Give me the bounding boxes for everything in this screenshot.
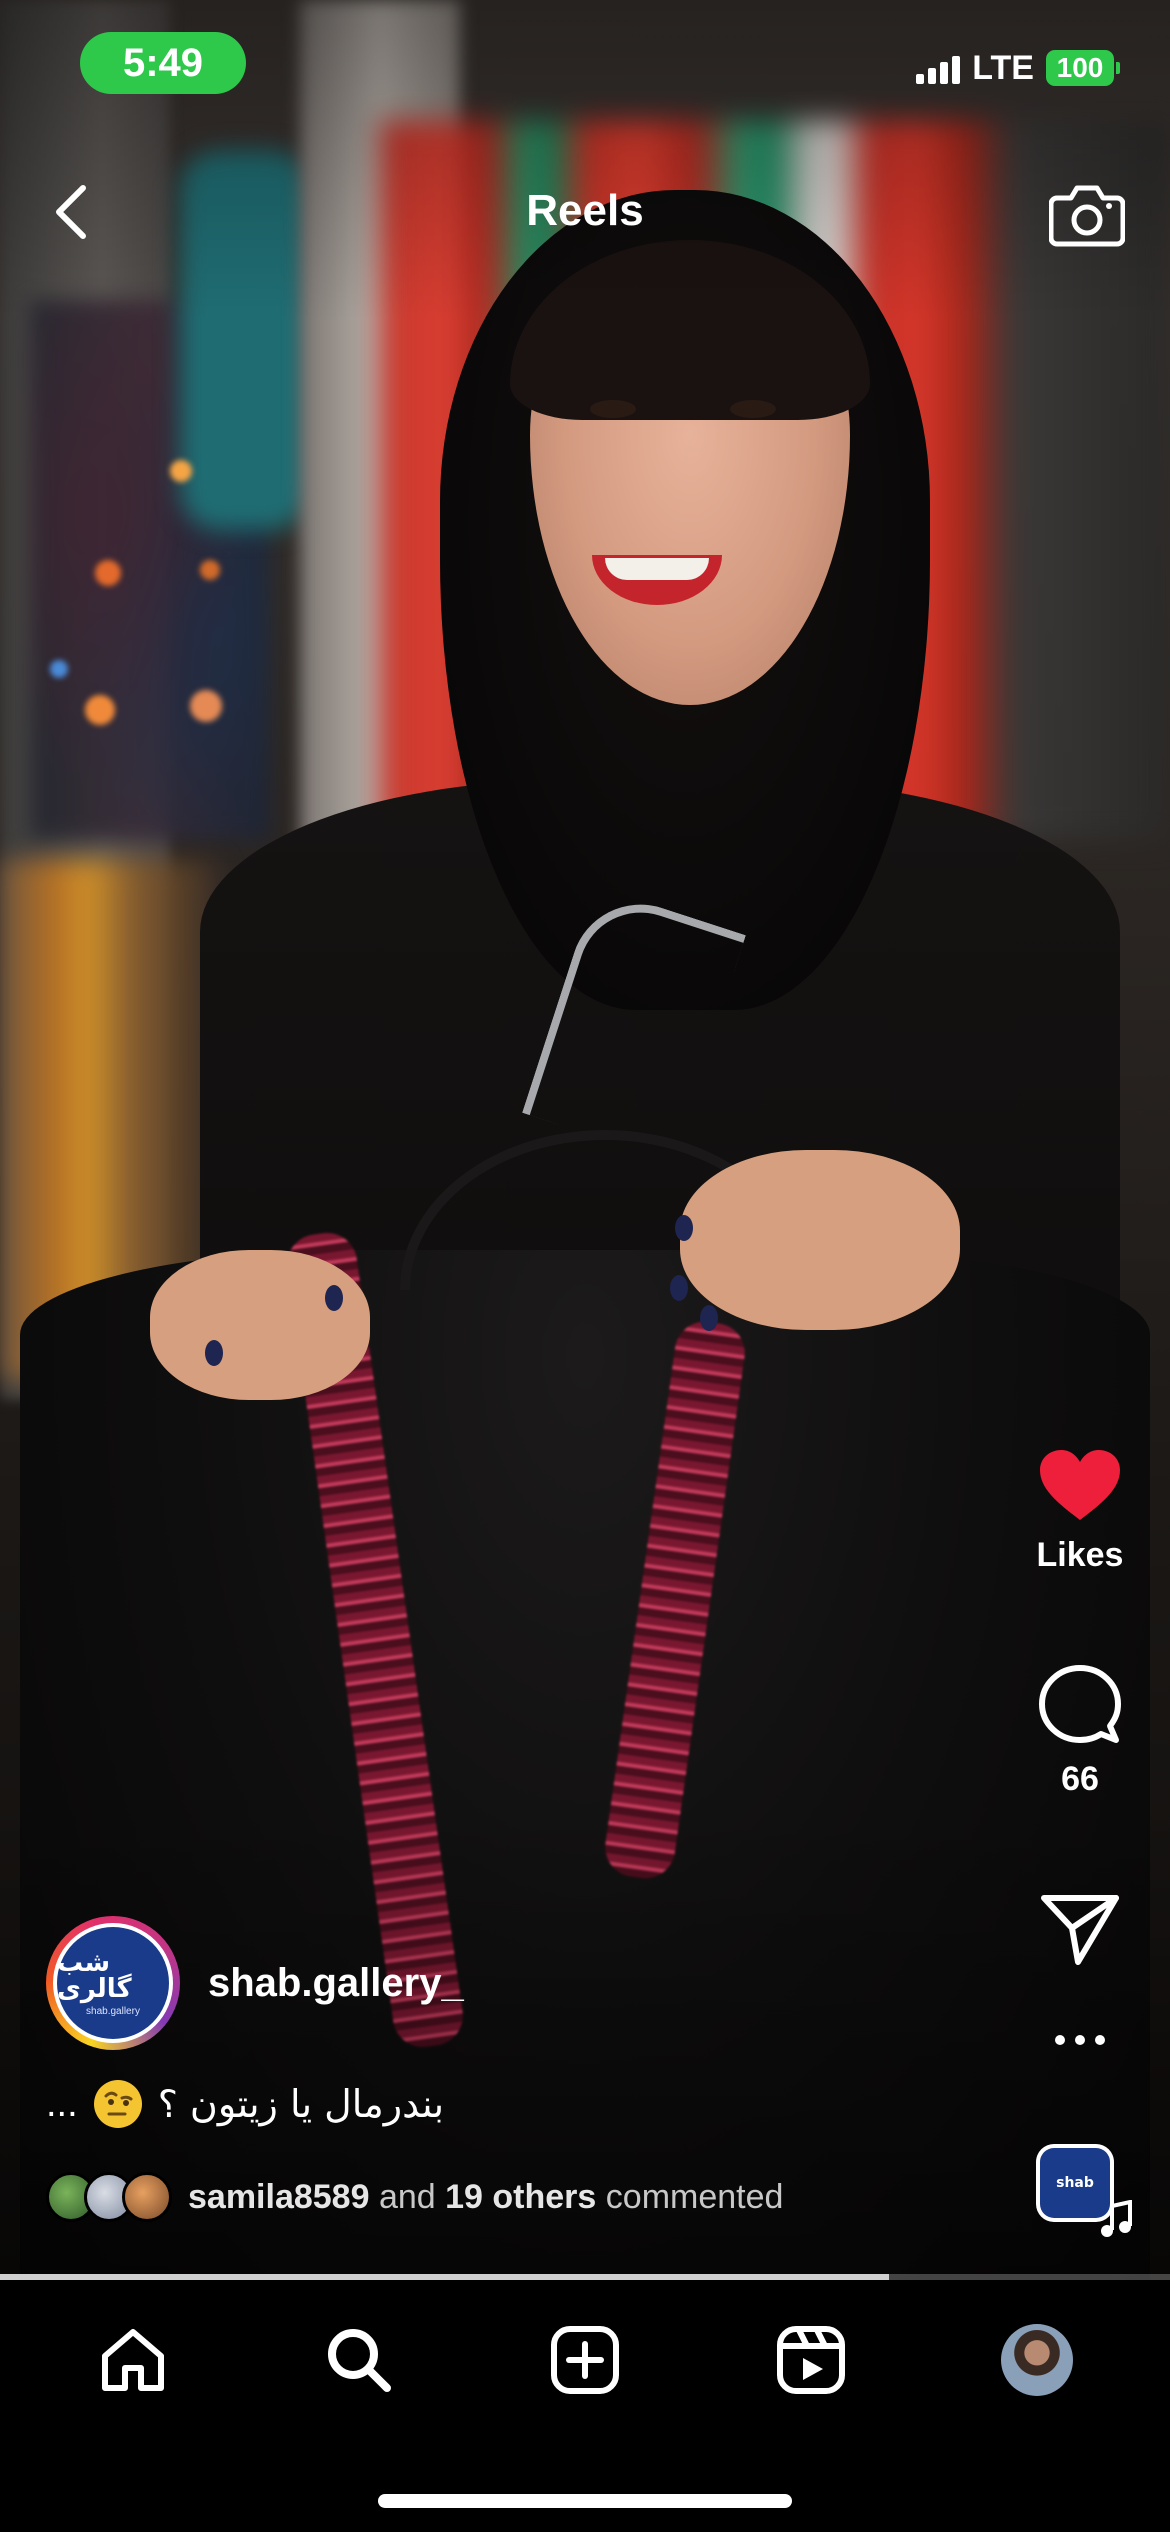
raised-eyebrow-face-icon <box>93 2080 142 2128</box>
music-note-icon <box>1101 2200 1132 2237</box>
battery-level: 100 <box>1056 52 1104 83</box>
author-username[interactable]: shab.gallery_ <box>208 1961 464 2006</box>
comments-summary[interactable]: samila8589 and 19 others commented <box>46 2172 783 2222</box>
comment-username: samila8589 <box>188 2177 370 2216</box>
create-post-icon <box>551 2326 619 2394</box>
brand-logo: شب گالری shab.gallery <box>57 1927 169 2039</box>
share-action <box>990 1892 1170 1966</box>
network-type: LTE <box>972 48 1034 87</box>
comment-bubble-icon <box>1039 1665 1121 1743</box>
comment-and: and <box>378 2177 436 2216</box>
home-icon <box>102 2329 164 2391</box>
back-button[interactable] <box>36 172 106 252</box>
cellular-signal-icon <box>916 52 961 84</box>
post-caption[interactable]: ... بندرمال یا زیتون ؟ <box>46 2080 444 2128</box>
comments-count: 66 <box>1061 1760 1099 1798</box>
audio-action: shab <box>990 2140 1170 2240</box>
author-avatar[interactable]: شب گالری shab.gallery <box>46 1916 180 2050</box>
nav-create[interactable] <box>525 2300 645 2420</box>
comments-summary-text: samila8589 and 19 others commented <box>188 2178 783 2217</box>
share-button[interactable] <box>1040 1892 1120 1966</box>
more-horizontal-icon <box>1055 2035 1105 2045</box>
camera-icon <box>1049 185 1125 247</box>
comment-button[interactable] <box>1038 1664 1122 1748</box>
likes-label[interactable]: Likes <box>1037 1536 1124 1575</box>
chevron-left-icon <box>56 185 86 239</box>
search-icon <box>328 2329 391 2392</box>
heart-icon <box>1040 1450 1120 1520</box>
audio-button[interactable]: shab <box>1030 2140 1132 2240</box>
more-button[interactable] <box>1050 2030 1110 2050</box>
reels-icon <box>777 2326 845 2394</box>
paper-plane-icon <box>1041 1895 1119 1965</box>
nav-profile[interactable] <box>977 2300 1097 2420</box>
nav-reels[interactable] <box>751 2300 871 2420</box>
nav-home[interactable] <box>73 2300 193 2420</box>
nav-search[interactable] <box>299 2300 419 2420</box>
commenter-avatars <box>46 2172 172 2222</box>
profile-avatar <box>1001 2324 1073 2396</box>
home-indicator[interactable] <box>378 2494 792 2508</box>
reels-screen: 5:49 LTE 100 Reels Likes 66 shab شب گالر… <box>0 0 1170 2532</box>
status-indicators: LTE 100 <box>916 48 1120 88</box>
more-action <box>990 2030 1170 2050</box>
comment-others: 19 others <box>445 2177 597 2216</box>
caption-ellipsis: ... <box>46 2082 78 2125</box>
comment-suffix: commented <box>605 2177 784 2216</box>
avatar <box>122 2172 172 2222</box>
battery-icon: 100 <box>1046 50 1120 86</box>
post-author: شب گالری shab.gallery shab.gallery_ <box>46 1916 464 2050</box>
caption-text: بندرمال یا زیتون ؟ <box>157 2082 445 2126</box>
like-action: Likes <box>990 1448 1170 1575</box>
comment-action: 66 <box>990 1664 1170 1799</box>
like-button[interactable] <box>1038 1448 1122 1524</box>
status-time: 5:49 <box>80 32 246 94</box>
camera-button[interactable] <box>1044 170 1130 256</box>
